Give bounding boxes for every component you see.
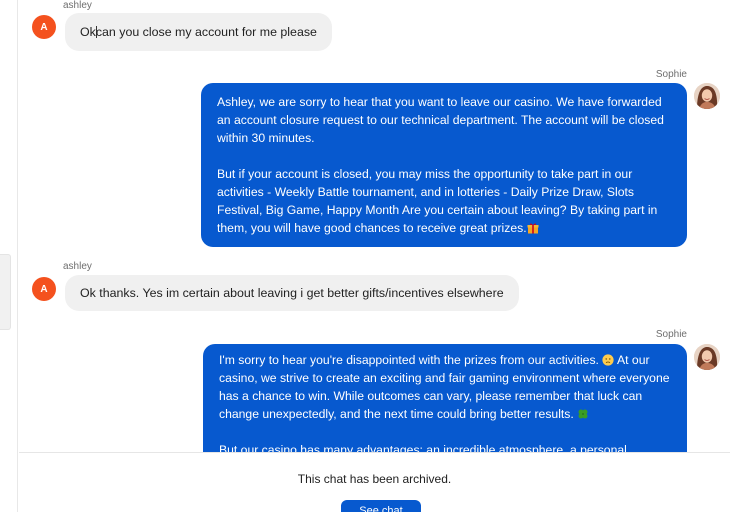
agent-photo-icon [694, 344, 720, 370]
message-paragraph-text: But if your account is closed, you may m… [217, 167, 658, 235]
see-chat-button[interactable]: See chat [341, 500, 421, 512]
message-sender: ashley [63, 0, 92, 11]
user-avatar: A [32, 15, 56, 39]
archived-notice: This chat has been archived. [297, 472, 452, 486]
message-paragraph: But our casino has many advantages: an i… [219, 443, 627, 452]
message-sender: Sophie [655, 69, 687, 80]
four-leaf-clover-icon [578, 409, 588, 419]
user-message-bubble: Ok thanks. Yes im certain about leaving … [65, 275, 519, 311]
message-paragraph-text: I'm sorry to hear you're disappointed wi… [219, 353, 599, 367]
user-avatar: A [32, 277, 56, 301]
agent-avatar [694, 344, 720, 370]
agent-message-bubble: I'm sorry to hear you're disappointed wi… [203, 344, 687, 452]
message-paragraph: Ashley, we are sorry to hear that you wa… [217, 95, 664, 145]
chat-footer: This chat has been archived. See chat [19, 452, 730, 512]
gift-icon [527, 223, 539, 234]
message-paragraph: I'm sorry to hear you're disappointed wi… [219, 351, 671, 423]
agent-message-bubble: Ashley, we are sorry to hear that you wa… [201, 83, 687, 247]
message-sender: ashley [63, 261, 92, 272]
slightly-sad-face-icon [602, 354, 614, 366]
user-message-bubble: Ok can you close my account for me pleas… [65, 13, 332, 51]
sidebar-collapse-handle[interactable] [0, 254, 11, 330]
message-text-start: Ok [80, 25, 96, 39]
chat-transcript[interactable]: ashley A Ok can you close my account for… [19, 0, 730, 452]
agent-photo-icon [694, 83, 720, 109]
message-text-end: can you close my account for me please [95, 25, 317, 39]
message-sender: Sophie [655, 329, 687, 340]
message-paragraph: But if your account is closed, you may m… [217, 165, 671, 237]
message-text: Ok thanks. Yes im certain about leaving … [80, 286, 504, 300]
agent-avatar [694, 83, 720, 109]
